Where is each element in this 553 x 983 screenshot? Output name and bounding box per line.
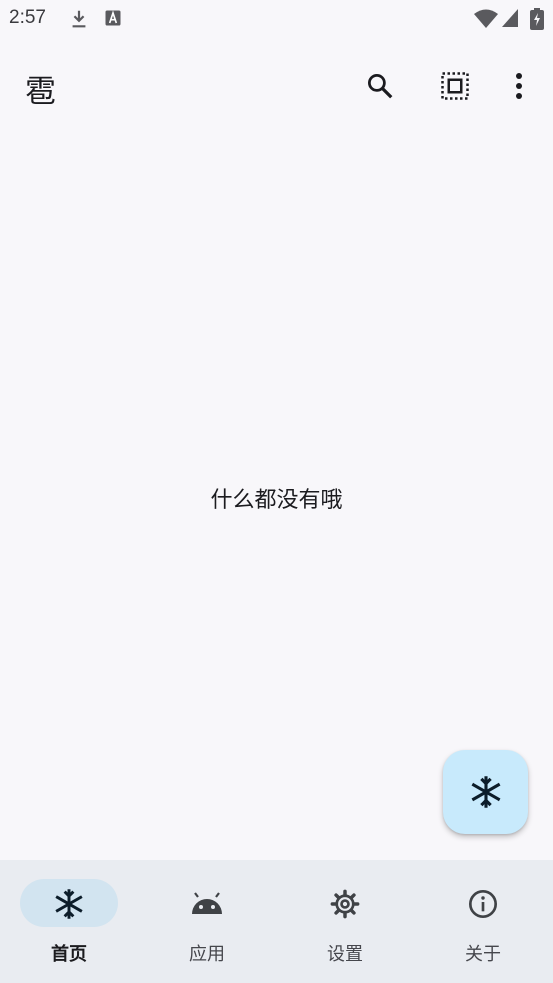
freeze-fab-button[interactable] — [443, 750, 528, 834]
select-all-button[interactable] — [431, 62, 479, 110]
nav-item-settings[interactable]: 设置 — [276, 860, 414, 983]
search-icon — [368, 74, 393, 99]
battery-charging-icon — [530, 8, 544, 30]
info-icon — [466, 889, 500, 919]
snowflake-icon — [52, 889, 86, 919]
nav-label-about: 关于 — [465, 944, 501, 965]
more-options-button[interactable] — [495, 62, 543, 110]
gear-icon — [328, 889, 362, 919]
nav-label-apps: 应用 — [189, 944, 225, 965]
wifi-icon — [473, 8, 499, 30]
app-bar: 雹 — [0, 48, 553, 128]
status-time: 2:57 — [9, 7, 46, 28]
app-title: 雹 — [25, 74, 56, 110]
status-bar: 2:57 — [0, 0, 553, 38]
more-vert-icon — [516, 73, 522, 99]
a-box-icon — [103, 8, 125, 30]
empty-message: 什么都没有哦 — [210, 488, 343, 513]
snowflake-icon — [471, 776, 500, 808]
bottom-navigation: 首页 应用 设置 关于 — [0, 860, 553, 983]
select-all-icon — [441, 72, 469, 100]
nav-item-apps[interactable]: 应用 — [138, 860, 276, 983]
download-icon — [68, 8, 90, 30]
nav-label-home: 首页 — [51, 944, 87, 965]
nav-item-about[interactable]: 关于 — [414, 860, 552, 983]
nav-item-home[interactable]: 首页 — [0, 860, 138, 983]
android-icon — [190, 889, 224, 919]
search-button[interactable] — [356, 62, 404, 110]
signal-icon — [501, 8, 519, 30]
nav-label-settings: 设置 — [327, 944, 363, 965]
